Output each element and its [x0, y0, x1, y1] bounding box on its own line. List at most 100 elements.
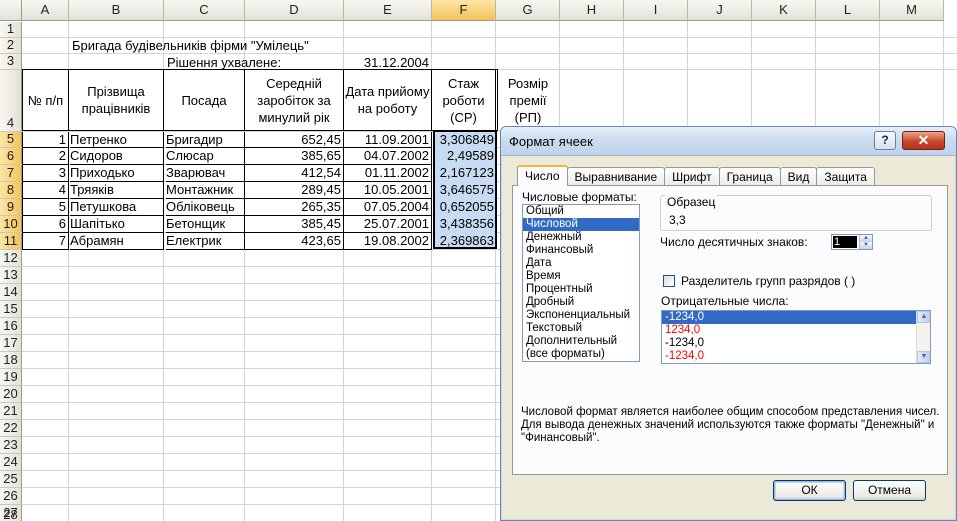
- tab-1[interactable]: Выравнивание: [566, 167, 666, 186]
- negative-option[interactable]: -1234,0: [662, 337, 916, 350]
- cell-hire_date[interactable]: 11.09.2001: [344, 132, 432, 148]
- format-item[interactable]: Процентный: [523, 283, 639, 296]
- close-button[interactable]: ✕: [902, 131, 945, 150]
- cell-num[interactable]: 5: [22, 199, 69, 216]
- cell-experience[interactable]: 2,167123: [432, 165, 496, 182]
- row-header-12[interactable]: 12: [0, 250, 22, 267]
- select-all-corner[interactable]: [0, 0, 22, 21]
- cell-experience[interactable]: 3,438356: [432, 216, 496, 233]
- cell-position[interactable]: Електрик: [166, 233, 245, 250]
- header-hire-date[interactable]: Дата прийому на роботу: [344, 70, 432, 130]
- column-header-m[interactable]: M: [880, 0, 944, 21]
- column-header-i[interactable]: I: [624, 0, 688, 21]
- row-header-9[interactable]: 9: [0, 199, 22, 216]
- ok-button[interactable]: ОК: [773, 480, 846, 501]
- row-header-6[interactable]: 6: [0, 148, 22, 165]
- tab-2[interactable]: Шрифт: [664, 167, 720, 186]
- cell-num[interactable]: 2: [22, 148, 69, 165]
- column-header-f[interactable]: F: [432, 0, 496, 21]
- separator-label[interactable]: Разделитель групп разрядов ( ): [681, 274, 855, 288]
- header-position[interactable]: Посада: [164, 70, 245, 130]
- negative-numbers-list[interactable]: -1234,0 1234,0 -1234,0 -1234,0 ▲ ▼: [661, 310, 931, 364]
- cell-position[interactable]: Монтажник: [166, 182, 245, 199]
- row-header-22[interactable]: 22: [0, 420, 22, 437]
- header-num[interactable]: № п/п: [23, 70, 69, 130]
- cell-hire_date[interactable]: 25.07.2001: [344, 216, 432, 233]
- number-formats-list[interactable]: Общий Числовой Денежный Финансовый Дата Время…: [522, 204, 640, 362]
- header-salary[interactable]: Середній заробіток за минулий рік: [245, 70, 344, 130]
- cell-hire_date[interactable]: 01.11.2002: [344, 165, 432, 182]
- column-header-b[interactable]: B: [69, 0, 164, 21]
- format-item[interactable]: Общий: [523, 205, 639, 218]
- row-header-23[interactable]: 23: [0, 437, 22, 454]
- row-header-11[interactable]: 11: [0, 233, 22, 250]
- cell-surname[interactable]: Сидоров: [70, 148, 164, 165]
- decimals-spinner[interactable]: 1 ▲ ▼: [831, 234, 873, 250]
- column-header-c[interactable]: C: [164, 0, 245, 21]
- cell-surname[interactable]: Приходько: [70, 165, 164, 182]
- spin-down-icon[interactable]: ▼: [859, 242, 872, 249]
- row-header-25[interactable]: 25: [0, 471, 22, 488]
- cell-hire_date[interactable]: 19.08.2002: [344, 233, 432, 250]
- cell-hire_date[interactable]: 07.05.2004: [344, 199, 432, 216]
- row-header-2[interactable]: 2: [0, 37, 22, 54]
- cell-salary[interactable]: 385,65: [245, 148, 344, 165]
- decimals-value[interactable]: 1: [833, 236, 857, 248]
- format-item[interactable]: Дополнительный: [523, 335, 639, 348]
- cell-surname[interactable]: Петренко: [70, 132, 164, 148]
- negative-option[interactable]: 1234,0: [662, 324, 916, 337]
- row-header-1[interactable]: 1: [0, 21, 22, 38]
- row-header-26[interactable]: 26: [0, 488, 22, 505]
- help-button[interactable]: ?: [874, 131, 896, 150]
- row-header-19[interactable]: 19: [0, 369, 22, 386]
- row-header-10[interactable]: 10: [0, 216, 22, 233]
- cell-salary[interactable]: 423,65: [245, 233, 344, 250]
- cell-experience[interactable]: 3,306849: [432, 132, 496, 148]
- format-item[interactable]: (все форматы): [523, 348, 639, 361]
- cell-surname[interactable]: Петушкова: [70, 199, 164, 216]
- column-header-l[interactable]: L: [816, 0, 880, 21]
- cell-experience[interactable]: 2,49589: [432, 148, 496, 165]
- row-header-18[interactable]: 18: [0, 352, 22, 369]
- spin-up-icon[interactable]: ▲: [859, 235, 872, 242]
- format-item[interactable]: Экспоненциальный: [523, 309, 639, 322]
- cell-num[interactable]: 4: [22, 182, 69, 199]
- format-item[interactable]: Числовой: [523, 218, 639, 231]
- cell-num[interactable]: 3: [22, 165, 69, 182]
- cell-surname[interactable]: Абрамян: [70, 233, 164, 250]
- cell-position[interactable]: Слюсар: [166, 148, 245, 165]
- cell-experience[interactable]: 3,646575: [432, 182, 496, 199]
- format-item[interactable]: Денежный: [523, 231, 639, 244]
- row-header-5[interactable]: 5: [0, 131, 22, 148]
- cell-salary[interactable]: 289,45: [245, 182, 344, 199]
- column-header-d[interactable]: D: [245, 0, 344, 21]
- negative-option[interactable]: -1234,0: [662, 350, 916, 363]
- row-header-7[interactable]: 7: [0, 165, 22, 182]
- column-header-g[interactable]: G: [496, 0, 560, 21]
- row-header-4[interactable]: 4: [0, 70, 22, 132]
- cell-surname[interactable]: Шапітько: [70, 216, 164, 233]
- cell-surname[interactable]: Тряяків: [70, 182, 164, 199]
- row-header-17[interactable]: 17: [0, 335, 22, 352]
- cell-position[interactable]: Зварювач: [166, 165, 245, 182]
- cell-salary[interactable]: 385,45: [245, 216, 344, 233]
- cell-position[interactable]: Обліковець: [166, 199, 245, 216]
- format-item[interactable]: Дата: [523, 257, 639, 270]
- format-item[interactable]: Дробный: [523, 296, 639, 309]
- negative-list-scrollbar[interactable]: ▲ ▼: [916, 311, 930, 363]
- cell-num[interactable]: 1: [22, 132, 69, 148]
- row-header-8[interactable]: 8: [0, 182, 22, 199]
- tab-0[interactable]: Число: [517, 165, 568, 186]
- tab-4[interactable]: Вид: [779, 167, 818, 186]
- row-header-14[interactable]: 14: [0, 284, 22, 301]
- column-header-j[interactable]: J: [688, 0, 752, 21]
- cell-hire_date[interactable]: 04.07.2002: [344, 148, 432, 165]
- format-item[interactable]: Текстовый: [523, 322, 639, 335]
- scroll-up-icon[interactable]: ▲: [917, 311, 930, 323]
- cell-num[interactable]: 6: [22, 216, 69, 233]
- column-header-k[interactable]: K: [752, 0, 816, 21]
- cell-hire_date[interactable]: 10.05.2001: [344, 182, 432, 199]
- column-header-h[interactable]: H: [560, 0, 624, 21]
- cell-num[interactable]: 7: [22, 233, 69, 250]
- cell-experience[interactable]: 2,369863: [432, 233, 496, 250]
